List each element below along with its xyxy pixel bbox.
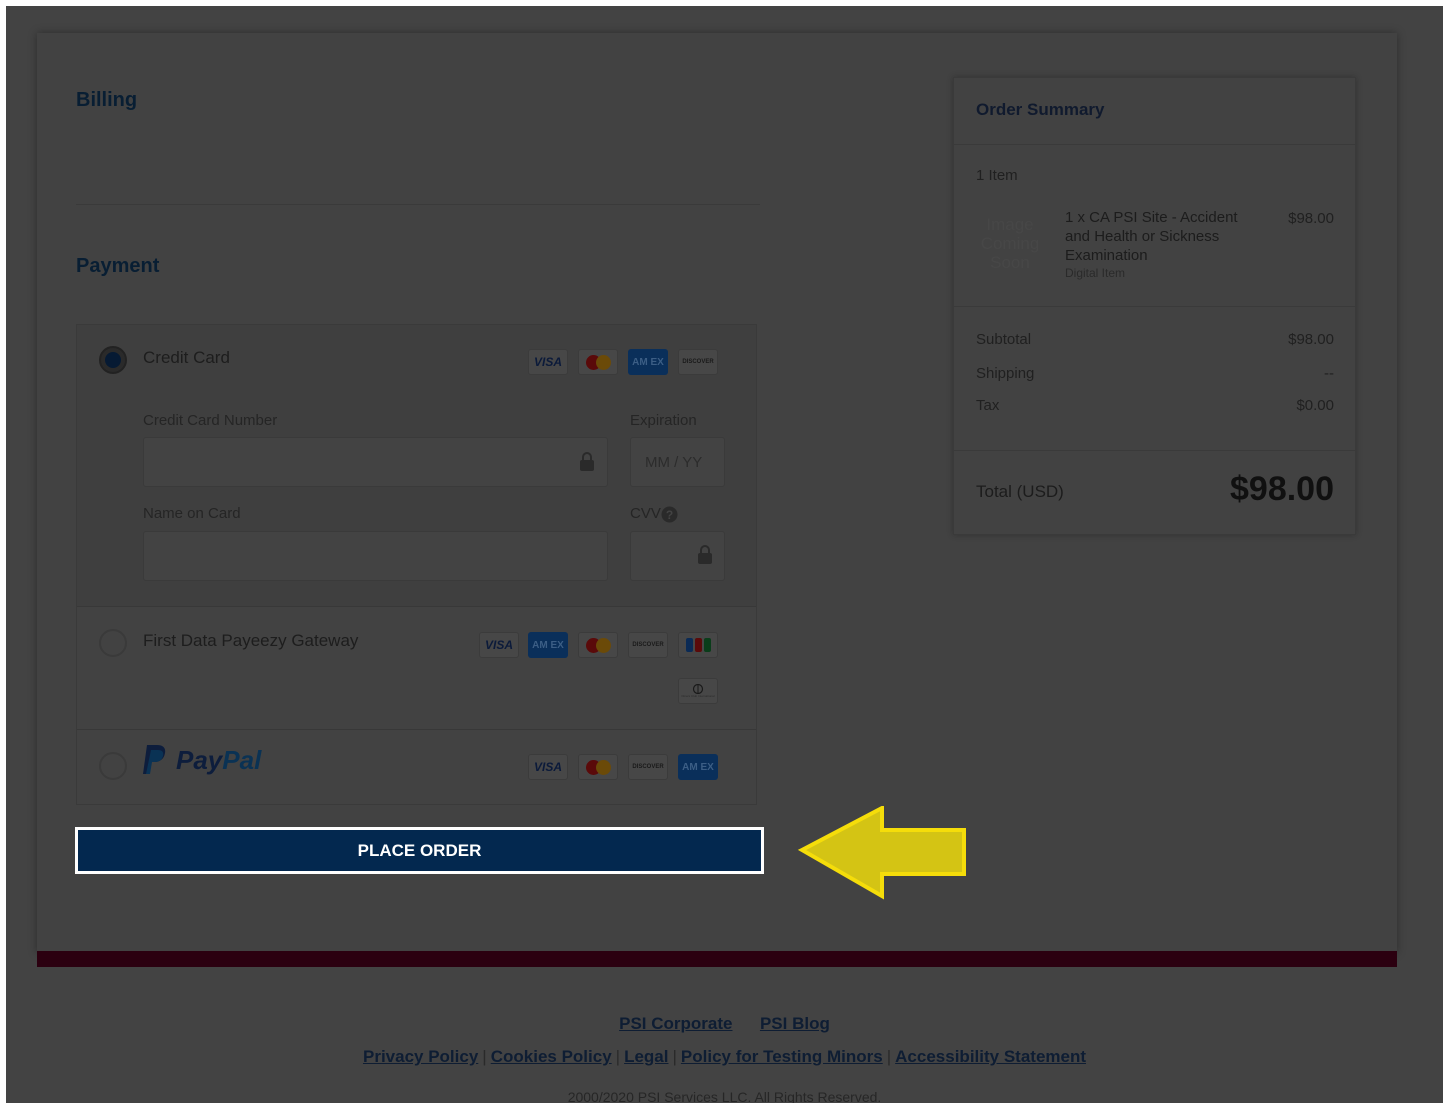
- footer-separator: |: [672, 1047, 677, 1066]
- summary-divider: [954, 144, 1355, 145]
- credit-card-label: Credit Card: [143, 348, 230, 367]
- summary-divider: [954, 306, 1355, 307]
- credit-card-radio[interactable]: [99, 346, 127, 374]
- discover-text: DISCOVER: [682, 359, 714, 365]
- visa-text: VISA: [533, 760, 562, 774]
- footer-bar: [37, 951, 1397, 967]
- paypal-logo-pal: Pal: [222, 745, 262, 775]
- summary-divider: [954, 450, 1355, 451]
- footer-link-accessibility[interactable]: Accessibility Statement: [895, 1047, 1086, 1066]
- mastercard-icon: [578, 349, 618, 375]
- footer-link-cookies-policy[interactable]: Cookies Policy: [491, 1047, 612, 1066]
- expiration-label: Expiration: [630, 412, 697, 429]
- amex-text: AM EX: [632, 356, 664, 368]
- amex-icon: AM EX: [628, 349, 668, 375]
- visa-icon: VISA: [528, 754, 568, 780]
- footer-link-psi-blog[interactable]: PSI Blog: [760, 1014, 830, 1033]
- subtotal-label: Subtotal: [976, 331, 1032, 348]
- lock-icon: [580, 452, 594, 471]
- lock-icon: [698, 545, 712, 564]
- footer-link-testing-minors[interactable]: Policy for Testing Minors: [681, 1047, 883, 1066]
- footer-separator: |: [482, 1047, 487, 1066]
- card-number-label: Credit Card Number: [143, 412, 278, 429]
- diners-club-icon: Diners Club International: [678, 678, 718, 704]
- name-on-card-input[interactable]: [143, 531, 608, 581]
- footer-link-psi-corporate[interactable]: PSI Corporate: [619, 1014, 732, 1033]
- footer-secondary-links: Privacy Policy | Cookies Policy | Legal | Poli…: [6, 1047, 1443, 1067]
- footer-link-legal[interactable]: Legal: [624, 1047, 668, 1066]
- shipping-label: Shipping: [976, 365, 1035, 382]
- diners-text: Diners Club International: [681, 694, 715, 698]
- item-price: $98.00: [1288, 210, 1334, 227]
- svg-text:?: ?: [666, 508, 673, 522]
- visa-icon: VISA: [479, 632, 519, 658]
- tax-value: $0.00: [1296, 397, 1334, 414]
- shipping-value: --: [1324, 365, 1334, 382]
- payment-method-paypal[interactable]: PayPal VISA DISCOVER AM EX: [77, 730, 756, 806]
- discover-icon: DISCOVER: [628, 632, 668, 658]
- footer-separator: |: [615, 1047, 621, 1066]
- name-on-card-label: Name on Card: [143, 505, 241, 522]
- expiration-input[interactable]: [630, 437, 725, 487]
- total-label: Total (USD): [976, 482, 1064, 501]
- amex-text: AM EX: [532, 639, 564, 651]
- order-summary: Order Summary 1 Item Image Coming Soon 1…: [953, 77, 1356, 535]
- paypal-icon: [143, 745, 166, 774]
- discover-text: DISCOVER: [632, 642, 664, 648]
- visa-text: VISA: [484, 638, 513, 652]
- payment-method-first-data[interactable]: First Data Payeezy Gateway VISA AM EX DI…: [77, 607, 756, 730]
- payment-method-credit-card[interactable]: Credit Card VISA AM EX DISCOVER Credit C…: [77, 325, 756, 607]
- first-data-label: First Data Payeezy Gateway: [143, 631, 359, 650]
- item-type: Digital Item: [1065, 266, 1126, 280]
- first-data-radio[interactable]: [99, 629, 127, 657]
- mastercard-icon: [578, 754, 618, 780]
- paypal-logo: PayPal: [176, 745, 261, 776]
- paypal-radio[interactable]: [99, 752, 127, 780]
- payment-methods: Credit Card VISA AM EX DISCOVER Credit C…: [76, 324, 757, 805]
- card-number-input[interactable]: [143, 437, 608, 487]
- subtotal-value: $98.00: [1288, 331, 1334, 348]
- total-value: $98.00: [1230, 470, 1334, 508]
- visa-icon: VISA: [528, 349, 568, 375]
- jcb-icon: [678, 632, 718, 658]
- item-name: 1 x CA PSI Site - Accident and Health or…: [1065, 209, 1238, 264]
- footer-separator: |: [886, 1047, 892, 1066]
- item-count: 1 Item: [976, 167, 1018, 184]
- billing-heading: Billing: [76, 89, 138, 111]
- product-image-placeholder: Image Coming Soon: [980, 215, 1040, 272]
- arrow-pointer-icon: [797, 806, 966, 900]
- footer-link-privacy-policy[interactable]: Privacy Policy: [363, 1047, 478, 1066]
- order-summary-title: Order Summary: [976, 100, 1105, 119]
- discover-text: DISCOVER: [632, 764, 664, 770]
- amex-icon: AM EX: [528, 632, 568, 658]
- tax-label: Tax: [976, 397, 1000, 414]
- footer-primary-links: PSI Corporate PSI Blog: [6, 1014, 1443, 1034]
- amex-text: AM EX: [682, 761, 714, 773]
- help-icon[interactable]: ?: [661, 506, 678, 523]
- visa-text: VISA: [533, 355, 562, 369]
- discover-icon: DISCOVER: [678, 349, 718, 375]
- section-divider: [76, 204, 760, 205]
- cvv-label: CVV: [630, 505, 661, 522]
- mastercard-icon: [578, 632, 618, 658]
- checkout-card: Billing Payment Credit Card VISA AM EX D…: [37, 33, 1397, 953]
- payment-heading: Payment: [76, 255, 160, 277]
- page-overlay: Billing Payment Credit Card VISA AM EX D…: [6, 6, 1443, 1103]
- copyright-text: 2000/2020 PSI Services LLC. All Rights R…: [567, 1089, 882, 1103]
- discover-icon: DISCOVER: [628, 754, 668, 780]
- amex-icon: AM EX: [678, 754, 718, 780]
- paypal-logo-pay: Pay: [176, 745, 223, 775]
- place-order-button[interactable]: PLACE ORDER: [75, 827, 764, 874]
